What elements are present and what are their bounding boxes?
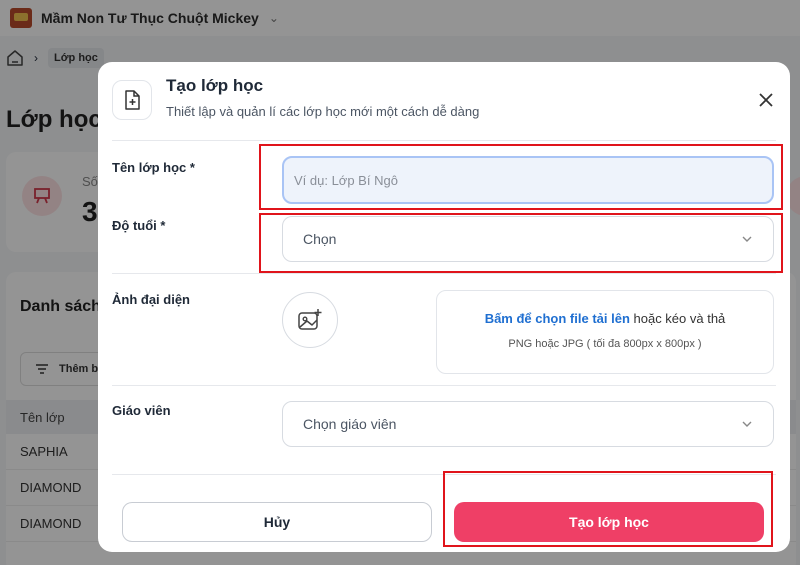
file-plus-icon (112, 80, 152, 120)
file-dropzone[interactable]: Bấm để chọn file tải lên hoặc kéo và thả… (436, 290, 774, 374)
modal-subtitle: Thiết lập và quản lí các lớp học mới một… (166, 104, 480, 119)
image-plus-icon (298, 309, 322, 330)
class-name-label: Tên lớp học * (112, 160, 195, 175)
dropzone-text: hoặc kéo và thả (629, 311, 726, 326)
age-label: Độ tuổi * (112, 218, 166, 233)
close-button[interactable] (754, 88, 778, 112)
teacher-select[interactable]: Chọn giáo viên (282, 401, 774, 447)
avatar-upload-button[interactable] (282, 292, 338, 348)
divider (112, 474, 776, 475)
cancel-button[interactable]: Hủy (122, 502, 432, 542)
divider (112, 273, 776, 274)
chevron-down-icon (742, 421, 752, 427)
age-select[interactable]: Chọn (282, 216, 774, 262)
create-class-modal: Tạo lớp học Thiết lập và quản lí các lớp… (98, 62, 790, 552)
age-select-value: Chọn (303, 231, 337, 247)
create-class-button[interactable]: Tạo lớp học (454, 502, 764, 542)
teacher-select-value: Chọn giáo viên (303, 416, 397, 432)
file-plus-icon-svg (125, 90, 140, 110)
upload-link[interactable]: Bấm để chọn file tải lên (485, 311, 630, 326)
dropzone-instructions: Bấm để chọn file tải lên hoặc kéo và thả (437, 311, 773, 326)
dropzone-hint: PNG hoặc JPG ( tối đa 800px x 800px ) (508, 338, 702, 350)
divider (112, 385, 776, 386)
modal-title: Tạo lớp học (166, 76, 264, 95)
avatar-label: Ảnh đại diện (112, 292, 190, 307)
teacher-label: Giáo viên (112, 403, 171, 418)
chevron-down-icon (742, 236, 752, 242)
class-name-input[interactable] (282, 156, 774, 204)
close-icon (759, 93, 773, 107)
divider (112, 140, 776, 141)
